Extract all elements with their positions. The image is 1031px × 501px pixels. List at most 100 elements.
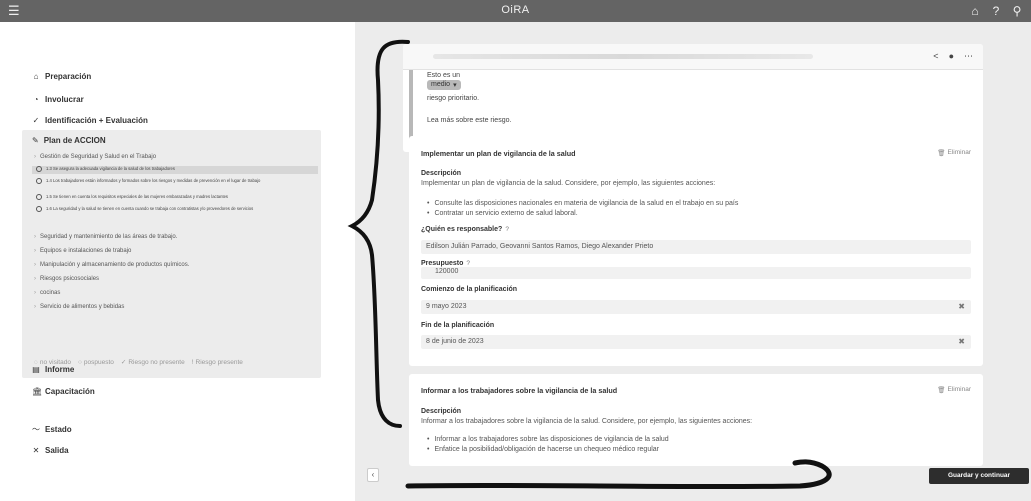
- plan-item-label: cocinas: [40, 290, 61, 296]
- end-date-label: Fin de la planificación: [421, 322, 494, 329]
- nav-label: Informe: [45, 365, 75, 374]
- description-text[interactable]: Informar a los trabajadores sobre la vig…: [421, 418, 752, 425]
- risk-title-blurred: [433, 54, 813, 59]
- circle-alert-icon: !: [191, 358, 194, 366]
- help-icon[interactable]: ?: [505, 226, 509, 233]
- list-item: Consulte las disposiciones nacionales en…: [427, 200, 738, 210]
- home-icon: ⌂: [33, 72, 39, 81]
- status-circle-icon: [36, 178, 42, 184]
- circle-check-icon: ✓: [120, 359, 127, 366]
- eye-icon: ◔: [33, 95, 39, 104]
- nav-estado[interactable]: 〜 Estado: [32, 424, 72, 435]
- measure-title: Informar a los trabajadores sobre la vig…: [421, 386, 618, 395]
- delete-label: Eliminar: [947, 149, 971, 156]
- legend-risk-present: ! Riesgo presente: [192, 358, 243, 366]
- chevron-down-icon: ▾: [453, 82, 457, 89]
- delete-button[interactable]: 🗑 Eliminar: [937, 386, 971, 394]
- plan-subitem[interactable]: 1.6 La seguridad y la salud se tienen en…: [36, 206, 316, 212]
- measure-title: Implementar un plan de vigilancia de la …: [421, 149, 576, 158]
- start-date-field[interactable]: 9 mayo 2023 ✖: [421, 300, 971, 314]
- check-circle-icon: ✓: [32, 116, 40, 125]
- nav-plan-de-accion[interactable]: ✎ Plan de ACCION: [32, 136, 106, 145]
- nav-salida[interactable]: ✕ Salida: [32, 446, 69, 455]
- status-circle-icon: [36, 166, 42, 172]
- clear-icon[interactable]: ✖: [958, 335, 965, 349]
- status-circle-icon: [36, 194, 42, 200]
- label-text: Descripción: [421, 408, 462, 415]
- plan-subitem[interactable]: 1.4 Los trabajadores están informados y …: [36, 178, 316, 184]
- list-item: Contratar un servicio externo de salud l…: [427, 210, 738, 220]
- record-icon[interactable]: ●: [949, 51, 954, 62]
- chevron-icon: ›: [34, 304, 36, 310]
- nav-capacitacion[interactable]: 🏛 Capacitación: [32, 387, 95, 396]
- report-icon: ▤: [32, 365, 40, 374]
- home-icon[interactable]: ⌂: [969, 3, 981, 19]
- nav-label: Involucrar: [45, 95, 84, 104]
- risk-level-dropdown[interactable]: medio ▾: [427, 80, 461, 90]
- nav-label: Salida: [45, 446, 69, 455]
- chevron-icon: ›: [34, 248, 36, 254]
- plan-item[interactable]: › Manipulación y almacenamiento de produc…: [34, 262, 189, 268]
- plan-item-label: Manipulación y almacenamiento de product…: [40, 262, 190, 268]
- chevron-icon: ›: [34, 154, 36, 160]
- close-icon: ✕: [32, 446, 40, 455]
- end-date-field[interactable]: 8 de junio de 2023 ✖: [421, 335, 971, 349]
- delete-label: Eliminar: [947, 386, 971, 393]
- responsible-field[interactable]: Edilson Julián Parrado, Geovanni Santos …: [421, 240, 971, 254]
- label-text: ¿Quién es responsable?: [421, 226, 503, 233]
- legend-risk-absent: ✓ Riesgo no presente: [120, 358, 185, 367]
- plan-section: ✎ Plan de ACCION › Gestión de Seguridad y…: [22, 130, 321, 378]
- plan-item[interactable]: › Equipos e instalaciones de trabajo: [34, 248, 131, 254]
- back-button[interactable]: ‹: [367, 468, 379, 482]
- label-text: Fin de la planificación: [421, 322, 495, 329]
- measure-card: Informar a los trabajadores sobre la vig…: [409, 374, 983, 466]
- legend-label: pospuesto: [83, 358, 114, 366]
- action-list: Informar a los trabajadores sobre las di…: [427, 436, 669, 456]
- plan-item-label: Equipos e instalaciones de trabajo: [40, 248, 132, 254]
- description-text[interactable]: Implementar un plan de vigilancia de la …: [421, 180, 715, 187]
- budget-field[interactable]: 120000: [421, 267, 971, 279]
- label-text: Presupuesto: [421, 260, 464, 267]
- institution-icon: 🏛: [32, 387, 43, 396]
- plan-item[interactable]: › cocinas: [34, 290, 60, 296]
- nav-involucrar[interactable]: ◔ Involucrar: [32, 95, 84, 104]
- plan-item[interactable]: › Servicio de alimentos y bebidas: [34, 304, 124, 310]
- share-icon[interactable]: <: [933, 51, 938, 62]
- user-icon[interactable]: ⚲: [1011, 3, 1023, 19]
- main-content: < ● ⋯ Esto es un medio ▾ riesgo priorita…: [355, 22, 1031, 501]
- more-icon[interactable]: ⋯: [964, 51, 973, 62]
- plan-subitem[interactable]: 1.5 Se tienen en cuenta los requisitos e…: [36, 194, 316, 200]
- clear-icon[interactable]: ✖: [958, 300, 965, 314]
- nav-label: Capacitación: [45, 387, 95, 396]
- legend-label: Riesgo presente: [195, 358, 243, 366]
- measure-card: Implementar un plan de vigilancia de la …: [409, 136, 983, 366]
- nav-preparacion[interactable]: ⌂ Preparación: [32, 72, 92, 81]
- label-text: Comienzo de la planificación: [421, 286, 518, 293]
- plan-subitem-active[interactable]: 1.3 Se asegura la adecuada vigilancia de…: [32, 166, 318, 174]
- responsible-label: ¿Quién es responsable??: [421, 226, 509, 233]
- help-icon[interactable]: ?: [466, 260, 470, 267]
- plan-item[interactable]: › Gestión de Seguridad y Salud en el Trab…: [34, 154, 156, 160]
- plan-item[interactable]: › Riesgos psicosociales: [34, 276, 99, 282]
- plan-subitem-label: 1.3 Se asegura la adecuada vigilancia de…: [46, 166, 175, 171]
- list-item: Enfatice la posibilidad/obligación de ha…: [427, 446, 669, 456]
- nav-identificacion[interactable]: ✓ Identificación + Evaluación: [32, 116, 148, 125]
- plan-subitem-label: 1.4 Los trabajadores están informados y …: [46, 178, 261, 183]
- read-more-link[interactable]: Lea más sobre este riesgo.: [427, 117, 511, 124]
- trash-icon: 🗑: [937, 150, 946, 157]
- nav-label: Estado: [45, 425, 72, 434]
- risk-header: < ● ⋯: [403, 44, 983, 70]
- description-label: Descripción: [421, 408, 461, 415]
- start-date-value: 9 mayo 2023: [426, 303, 467, 310]
- delete-button[interactable]: 🗑 Eliminar: [937, 149, 971, 157]
- chart-line-icon: 〜: [32, 425, 40, 434]
- sidebar: ⌂ Preparación ◔ Involucrar ✓ Identificac…: [0, 22, 355, 501]
- help-icon[interactable]: ?: [990, 3, 1002, 19]
- nav-informe[interactable]: ▤ Informe: [32, 365, 74, 374]
- nav-label: Plan de ACCION: [43, 136, 106, 145]
- topbar-icons: ⌂ ? ⚲: [969, 3, 1023, 19]
- trash-icon: 🗑: [937, 387, 946, 394]
- save-continue-button[interactable]: Guardar y continuar: [929, 468, 1029, 484]
- status-circle-icon: [36, 206, 42, 212]
- plan-item[interactable]: › Seguridad y mantenimiento de las áreas …: [34, 234, 177, 240]
